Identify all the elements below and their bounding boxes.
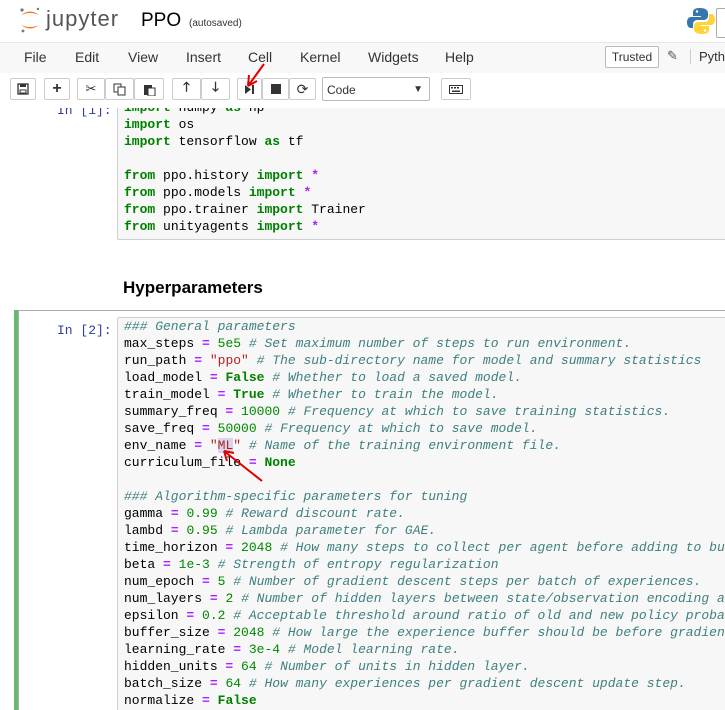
cell-type-value: Code	[327, 83, 356, 97]
menu-help[interactable]: Help	[445, 49, 474, 65]
cell2-input[interactable]: ### General parameters max_steps = 5e5 # …	[117, 317, 725, 710]
menu-view[interactable]: View	[128, 49, 158, 65]
paste-button[interactable]	[134, 78, 164, 100]
cell1-code-line[interactable]: from ppo.models import *	[124, 184, 725, 201]
menu-insert[interactable]: Insert	[186, 49, 221, 65]
cell2-code-line[interactable]: summary_freq = 10000 # Frequency at whic…	[124, 403, 725, 420]
copy-icon	[113, 83, 126, 95]
jupyter-brand[interactable]: jupyter	[46, 6, 119, 32]
insert-cell-button[interactable]: +	[44, 78, 70, 100]
menubar: File Edit View Insert Cell Kernel Widget…	[0, 42, 725, 74]
cell2-code-line[interactable]: train_model = True # Whether to train th…	[124, 386, 725, 403]
save-button[interactable]	[10, 78, 36, 100]
cell2-code-line[interactable]: lambd = 0.95 # Lambda parameter for GAE.	[124, 522, 725, 539]
notebook-header: jupyter PPO (autosaved)	[0, 0, 725, 42]
move-down-button[interactable]: 🡓	[201, 78, 230, 100]
cell2-code-line[interactable]: time_horizon = 2048 # How many steps to …	[124, 539, 725, 556]
cell1-code-line[interactable]	[124, 150, 725, 167]
cell2-code-line[interactable]: num_layers = 2 # Number of hidden layers…	[124, 590, 725, 607]
menu-edit[interactable]: Edit	[75, 49, 99, 65]
cell2-prompt: In [2]:	[57, 323, 112, 338]
kernel-name[interactable]: Pyth	[690, 49, 725, 64]
cell-type-select[interactable]: Code ▼	[322, 77, 430, 101]
cell1-code-line[interactable]: from ppo.trainer import Trainer	[124, 201, 725, 218]
cell1-code[interactable]: import numpy as npimport osimport tensor…	[118, 108, 725, 235]
cell2-code-line[interactable]: buffer_size = 2048 # How large the exper…	[124, 624, 725, 641]
cell2-code-line[interactable]: save_freq = 50000 # Frequency at which t…	[124, 420, 725, 437]
cell2-code-line[interactable]: num_epoch = 5 # Number of gradient desce…	[124, 573, 725, 590]
arrow-up-icon: 🡑	[183, 79, 190, 94]
markdown-heading: Hyperparameters	[123, 278, 263, 297]
annotation-arrow-icon	[247, 63, 265, 87]
cell2-code-line[interactable]: learning_rate = 3e-4 # Model learning ra…	[124, 641, 725, 658]
annotation-arrow-icon	[223, 450, 263, 482]
copy-button[interactable]	[105, 78, 134, 100]
cell2-code-line[interactable]: load_model = False # Whether to load a s…	[124, 369, 725, 386]
menu-kernel[interactable]: Kernel	[300, 49, 340, 65]
toolbar: + ✂ 🡑 🡓 ⟳ Code ▼	[0, 73, 725, 109]
cell2-code-line[interactable]: epsilon = 0.2 # Acceptable threshold aro…	[124, 607, 725, 624]
menu-file[interactable]: File	[24, 49, 47, 65]
caret-down-icon: ▼	[413, 84, 423, 95]
save-icon	[17, 83, 29, 95]
cut-icon: ✂	[85, 81, 97, 96]
logout-button[interactable]	[716, 8, 725, 38]
restart-kernel-button[interactable]: ⟳	[289, 78, 316, 100]
notebook-title[interactable]: PPO	[141, 10, 181, 32]
plus-icon: +	[52, 80, 62, 97]
paste-icon	[143, 84, 155, 96]
edit-pencil-icon[interactable]: ✎	[667, 48, 678, 64]
cell2-code-line[interactable]: hidden_units = 64 # Number of units in h…	[124, 658, 725, 675]
cell1-code-line[interactable]: from ppo.history import *	[124, 167, 725, 184]
cell2-code-line[interactable]: max_steps = 5e5 # Set maximum number of …	[124, 335, 725, 352]
cell2-code-line[interactable]: ### Algorithm-specific parameters for tu…	[124, 488, 725, 505]
cell1-input[interactable]: import numpy as npimport osimport tensor…	[117, 108, 725, 240]
command-palette-button[interactable]	[441, 78, 471, 100]
menu-widgets[interactable]: Widgets	[368, 49, 419, 65]
cell1-code-line[interactable]: import numpy as np	[124, 108, 725, 116]
python-logo-icon	[687, 8, 715, 34]
stop-icon	[270, 84, 281, 94]
cell1-prompt: In [1]:	[57, 108, 112, 118]
notebook-container: In [1]: import numpy as npimport osimpor…	[0, 108, 725, 710]
arrow-down-icon: 🡓	[212, 79, 219, 94]
cell2-code-line[interactable]: batch_size = 64 # How many experiences p…	[124, 675, 725, 692]
cell2-code-line[interactable]: run_path = "ppo" # The sub-directory nam…	[124, 352, 725, 369]
keyboard-icon	[449, 84, 463, 94]
cut-button[interactable]: ✂	[77, 78, 105, 100]
cell2-code-line[interactable]: gamma = 0.99 # Reward discount rate.	[124, 505, 725, 522]
autosave-status: (autosaved)	[189, 18, 242, 29]
cell2-code-line[interactable]: beta = 1e-3 # Strength of entropy regula…	[124, 556, 725, 573]
cell1-code-line[interactable]: import tensorflow as tf	[124, 133, 725, 150]
cell2-code[interactable]: ### General parameters max_steps = 5e5 # …	[118, 318, 725, 709]
cell2-code-line[interactable]: normalize = False	[124, 692, 725, 709]
restart-icon: ⟳	[296, 80, 309, 97]
move-up-button[interactable]: 🡑	[172, 78, 201, 100]
cell2-code-line[interactable]: ### General parameters	[124, 318, 725, 335]
cell1-code-line[interactable]: import os	[124, 116, 725, 133]
trusted-indicator[interactable]: Trusted	[605, 46, 659, 68]
cell1-code-line[interactable]: from unityagents import *	[124, 218, 725, 235]
jupyter-logo-icon	[20, 7, 40, 33]
